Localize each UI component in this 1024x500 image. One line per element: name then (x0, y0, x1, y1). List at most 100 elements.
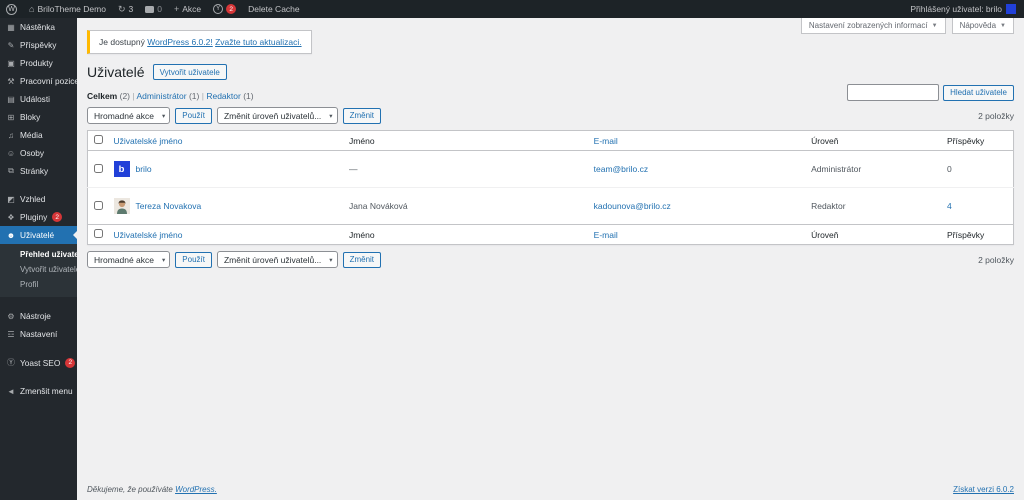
help-tab[interactable]: Nápověda ▼ (951, 18, 1014, 34)
update-version-link[interactable]: WordPress 6.0.2! (147, 37, 213, 47)
bulk-actions-select[interactable]: Hromadné akce ▾ (87, 107, 171, 124)
sort-email-header[interactable]: E-mail (594, 230, 618, 240)
collapse-menu-icon: ◄ (7, 386, 15, 396)
sidebar-item-plugins[interactable]: ❖ Pluginy 2 (0, 208, 77, 226)
sort-email-header[interactable]: E-mail (594, 136, 618, 146)
sidebar-item-collapse-menu[interactable]: ◄ Zmenšit menu (0, 382, 77, 400)
change-role-select[interactable]: Změnit úroveň uživatelů... ▾ (216, 107, 338, 124)
username-link[interactable]: brilo (136, 164, 152, 174)
filter-administrator-link[interactable]: Administrátor (137, 91, 187, 101)
sidebar-item-settings[interactable]: ☲ Nastavení (0, 325, 77, 343)
settings-icon: ☲ (7, 329, 15, 339)
select-all-checkbox[interactable] (94, 135, 103, 144)
users-table: Uživatelské jméno Jméno E-mail Úroveň Př… (87, 130, 1014, 245)
users-icon: ☻ (6, 230, 16, 240)
sidebar-item-jobs[interactable]: ⚒ Pracovní pozice (0, 72, 79, 90)
items-count: 2 položky (978, 110, 1014, 121)
plugins-icon: ❖ (7, 212, 15, 222)
role-filter-links: Celkem (2) | Administrátor (1) | Redakto… (87, 91, 254, 101)
sidebar-item-yoast-seo[interactable]: Ⓨ Yoast SEO 2 (0, 353, 77, 372)
main-content: Nastavení zobrazených informací ▼ Nápově… (77, 18, 1024, 500)
site-name-link[interactable]: ⌂ BriloTheme Demo (23, 0, 112, 18)
search-users-button[interactable]: Hledat uživatele (943, 84, 1014, 101)
updates-link[interactable]: ↻ 3 (112, 0, 139, 18)
home-icon: ⌂ (29, 3, 35, 14)
apply-bulk-action-button[interactable]: Použít (175, 251, 212, 268)
submenu-item-add-user[interactable]: Vytvořit uživatele (0, 262, 80, 277)
sidebar-item-people[interactable]: ☺ Osoby (0, 144, 77, 162)
sort-username-header[interactable]: Uživatelské jméno (114, 136, 183, 146)
sidebar-item-blocks[interactable]: ⊞ Bloky (0, 108, 77, 126)
change-role-select[interactable]: Změnit úroveň uživatelů... ▾ (216, 251, 338, 268)
events-icon: ▤ (7, 94, 15, 104)
appearance-icon: ◩ (7, 194, 15, 204)
get-version-link[interactable]: Získat verzi 6.0.2 (953, 485, 1014, 494)
screen-options-tab[interactable]: Nastavení zobrazených informací ▼ (800, 18, 946, 34)
sidebar-item-users[interactable]: ☻ Uživatelé (0, 226, 77, 244)
table-row-tereza: Tereza Novakova Jana Nováková kadounova@… (87, 187, 1014, 225)
items-count: 2 položky (978, 254, 1014, 265)
delete-cache-button[interactable]: Delete Cache (242, 0, 306, 18)
user-name-cell: Jana Nováková (343, 187, 588, 225)
submenu-item-all-users[interactable]: Přehled uživatelů (0, 247, 86, 262)
select-all-checkbox[interactable] (94, 229, 103, 238)
plugins-update-badge: 2 (52, 212, 63, 222)
sidebar-item-events[interactable]: ▤ Události (0, 90, 77, 108)
user-posts-link[interactable]: 4 (947, 201, 952, 211)
delete-cache-label: Delete Cache (248, 4, 300, 14)
sidebar-item-posts[interactable]: ✎ Příspěvky (0, 36, 77, 54)
tablenav-bottom: Hromadné akce ▾ Použít Změnit úroveň uži… (87, 251, 1014, 268)
yoast-notification-badge: 2 (226, 4, 237, 14)
update-action-link[interactable]: Zvažte tuto aktualizaci. (215, 37, 301, 47)
user-role-cell: Redaktor (805, 187, 941, 225)
yoast-admin-menu[interactable]: Y 2 (207, 0, 242, 18)
dashboard-icon: ▦ (7, 22, 15, 32)
page-title: Uživatelé (87, 64, 145, 80)
user-name-cell: — (343, 150, 588, 188)
tools-icon: ⚙ (7, 311, 15, 321)
wp-logo-menu[interactable]: W (0, 0, 23, 18)
admin-sidebar: ▦ Nástěnka ✎ Příspěvky ▣ Produkty ⚒ Prac… (0, 18, 86, 500)
wordpress-footer-link[interactable]: WordPress. (175, 485, 217, 494)
filter-all-link[interactable]: Celkem (87, 91, 117, 101)
chevron-down-icon: ▾ (162, 112, 166, 120)
bulk-actions-select[interactable]: Hromadné akce ▾ (87, 251, 171, 268)
table-footer-row: Uživatelské jméno Jméno E-mail Úroveň Př… (87, 224, 1014, 245)
user-role-cell: Administrátor (805, 150, 941, 188)
blocks-icon: ⊞ (7, 112, 15, 122)
sidebar-item-pages[interactable]: ⧉ Stránky (0, 162, 77, 180)
sidebar-item-dashboard[interactable]: ▦ Nástěnka (0, 18, 77, 36)
sidebar-item-products[interactable]: ▣ Produkty (0, 54, 77, 72)
comments-icon (145, 5, 155, 13)
user-search-form: Hledat uživatele (847, 84, 1014, 101)
user-email-link[interactable]: team@brilo.cz (594, 164, 648, 174)
sidebar-item-appearance[interactable]: ◩ Vzhled (0, 190, 77, 208)
row-checkbox[interactable] (94, 163, 103, 173)
change-role-button[interactable]: Změnit (342, 107, 382, 124)
sidebar-item-media[interactable]: ♫ Média (0, 126, 77, 144)
footer-thanks-text: Děkujeme, že používáte WordPress. (87, 485, 217, 494)
sort-username-header[interactable]: Uživatelské jméno (114, 230, 183, 240)
row-checkbox[interactable] (94, 200, 103, 210)
chevron-down-icon: ▼ (931, 22, 938, 29)
new-content-menu[interactable]: + Akce (168, 0, 207, 18)
media-icon: ♫ (8, 130, 14, 140)
change-role-button[interactable]: Změnit (342, 251, 382, 268)
user-email-link[interactable]: kadounova@brilo.cz (594, 201, 671, 211)
account-menu[interactable]: Přihlášený uživatel: brilo (910, 4, 1024, 14)
apply-bulk-action-button[interactable]: Použít (175, 107, 212, 124)
sidebar-item-tools[interactable]: ⚙ Nástroje (0, 307, 77, 325)
posts-icon: ✎ (7, 40, 15, 50)
comments-count: 0 (157, 4, 162, 14)
add-user-button[interactable]: Vytvořit uživatele (152, 64, 227, 80)
search-users-input[interactable] (847, 84, 940, 101)
submenu-item-profile[interactable]: Profil (0, 277, 77, 292)
chevron-down-icon: ▼ (1000, 22, 1006, 29)
role-header: Úroveň (805, 224, 941, 245)
role-header: Úroveň (805, 130, 941, 151)
products-icon: ▣ (7, 58, 15, 68)
username-link[interactable]: Tereza Novakova (136, 201, 202, 211)
filter-editor-link[interactable]: Redaktor (206, 91, 241, 101)
posts-header: Příspěvky (940, 130, 1014, 151)
comments-link[interactable]: 0 (139, 0, 168, 18)
